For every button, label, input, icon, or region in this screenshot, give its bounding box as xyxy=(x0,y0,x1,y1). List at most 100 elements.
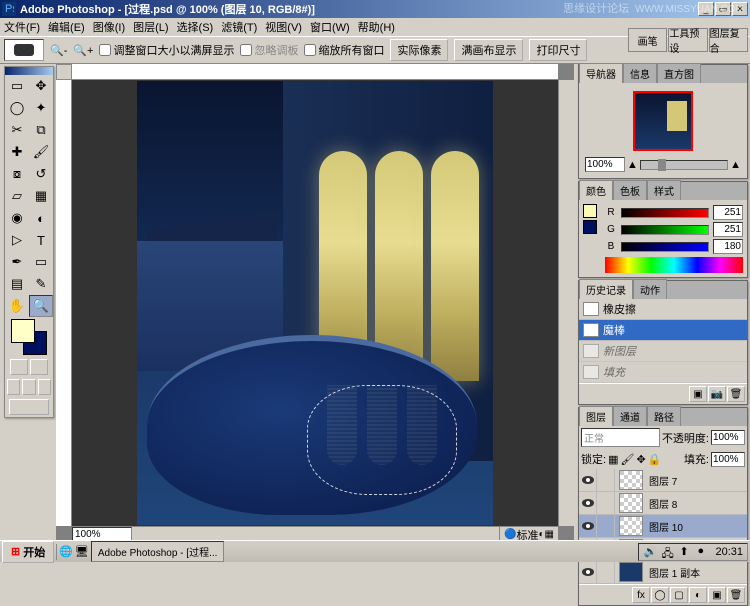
layer-thumbnail[interactable] xyxy=(619,470,643,490)
fill-input[interactable] xyxy=(711,452,745,467)
tab-swatches[interactable]: 色板 xyxy=(613,180,647,200)
r-value[interactable]: 251 xyxy=(713,205,743,220)
g-value[interactable]: 251 xyxy=(713,222,743,237)
menu-layer[interactable]: 图层(L) xyxy=(133,19,168,35)
quickmask-mode-icon[interactable] xyxy=(30,359,48,375)
tool-preset-picker[interactable] xyxy=(4,39,44,61)
menu-window[interactable]: 窗口(W) xyxy=(310,19,350,35)
navigator-zoom-slider[interactable] xyxy=(640,160,728,170)
zoom-in-icon[interactable]: 🔍+ xyxy=(73,44,93,57)
lock-trans-icon[interactable]: ▦ xyxy=(608,453,618,466)
menu-image[interactable]: 图像(I) xyxy=(93,19,125,35)
ruler-horizontal[interactable] xyxy=(72,64,558,80)
nav-zoom-in-icon[interactable]: ▲ xyxy=(730,159,741,171)
foreground-color[interactable] xyxy=(11,319,35,343)
g-slider[interactable] xyxy=(621,225,709,235)
layer-name[interactable]: 图层 8 xyxy=(647,496,747,511)
menu-filter[interactable]: 滤镜(T) xyxy=(221,19,257,35)
path-tool[interactable]: ▷ xyxy=(5,229,29,251)
tray-icon-1[interactable]: 🔊 xyxy=(643,545,657,559)
lock-paint-icon[interactable]: 🖌 xyxy=(620,453,634,466)
ruler-vertical[interactable] xyxy=(56,80,72,526)
slice-tool[interactable]: ⧉ xyxy=(29,119,53,141)
clock[interactable]: 20:31 xyxy=(715,546,743,558)
layer-thumbnail[interactable] xyxy=(619,562,643,582)
screen-full-menu-icon[interactable] xyxy=(22,379,35,395)
color-bg-swatch[interactable] xyxy=(583,220,597,234)
toolbox-gripper[interactable] xyxy=(5,67,53,75)
type-tool[interactable]: T xyxy=(29,229,53,251)
wand-tool[interactable]: ✦ xyxy=(29,97,53,119)
shape-tool[interactable]: ▭ xyxy=(29,251,53,273)
history-trash-icon[interactable]: 🗑 xyxy=(727,386,745,402)
layer-item[interactable]: 图层 10 xyxy=(579,515,747,538)
history-item[interactable]: 新图层 xyxy=(579,341,747,362)
history-item[interactable]: 橡皮擦 xyxy=(579,299,747,320)
layer-style-icon[interactable]: fx xyxy=(632,587,650,603)
zoom-tool[interactable]: 🔍 xyxy=(29,295,53,317)
zoom-all-option[interactable]: 缩放所有窗口 xyxy=(304,42,384,58)
layer-name[interactable]: 图层 7 xyxy=(647,473,747,488)
menu-select[interactable]: 选择(S) xyxy=(177,19,214,35)
tab-layers[interactable]: 图层 xyxy=(579,406,613,426)
tray-icon-2[interactable]: 🖧 xyxy=(661,545,675,559)
blend-mode-select[interactable]: 正常 xyxy=(581,428,660,447)
dock-tab-layercomps[interactable]: 图层复合 xyxy=(709,28,748,52)
screen-full-icon[interactable] xyxy=(38,379,51,395)
history-item[interactable]: 填充 xyxy=(579,362,747,383)
history-item[interactable]: 魔棒 xyxy=(579,320,747,341)
layer-item[interactable]: 图层 7 xyxy=(579,469,747,492)
move-tool[interactable]: ✥ xyxy=(29,75,53,97)
tray-icon-4[interactable]: ● xyxy=(697,545,711,559)
layer-thumbnail[interactable] xyxy=(619,516,643,536)
layer-name[interactable]: 图层 10 xyxy=(647,519,747,534)
color-ramp[interactable] xyxy=(605,257,743,273)
dodge-tool[interactable]: ◐ xyxy=(29,207,53,229)
heal-tool[interactable]: ✚ xyxy=(5,141,29,163)
history-brush-tool[interactable]: ↺ xyxy=(29,163,53,185)
color-swatches[interactable] xyxy=(11,319,47,355)
quicklaunch-desktop-icon[interactable]: 🖥 xyxy=(75,545,89,558)
tab-color[interactable]: 颜色 xyxy=(579,180,613,200)
nav-zoom-out-icon[interactable]: ▲ xyxy=(627,159,638,171)
gradient-tool[interactable]: ▦ xyxy=(29,185,53,207)
layer-visibility-toggle[interactable] xyxy=(579,469,597,491)
fit-screen-button[interactable]: 满画布显示 xyxy=(454,39,523,61)
color-fg-swatch[interactable] xyxy=(583,204,597,218)
ignore-palettes-option[interactable]: 忽略调板 xyxy=(240,42,298,58)
hand-tool[interactable]: ✋ xyxy=(5,295,29,317)
eyedropper-tool[interactable]: ✎ xyxy=(29,273,53,295)
scrollbar-vertical[interactable] xyxy=(558,80,574,526)
menu-file[interactable]: 文件(F) xyxy=(4,19,40,35)
layer-item[interactable]: 图层 8 xyxy=(579,492,747,515)
tab-paths[interactable]: 路径 xyxy=(647,406,681,426)
fit-window-option[interactable]: 调整窗口大小以满屏显示 xyxy=(99,42,234,58)
tab-actions[interactable]: 动作 xyxy=(633,279,667,299)
layer-mask-icon[interactable]: ◯ xyxy=(651,587,669,603)
dock-tab-brushes[interactable]: 画笔 xyxy=(628,28,667,52)
tab-histogram[interactable]: 直方图 xyxy=(657,63,701,83)
tray-icon-3[interactable]: ⬆ xyxy=(679,545,693,559)
b-value[interactable]: 180 xyxy=(713,239,743,254)
lasso-tool[interactable]: ◯ xyxy=(5,97,29,119)
imageready-icon[interactable] xyxy=(9,399,49,415)
navigator-zoom-input[interactable]: 100% xyxy=(585,157,625,172)
eraser-tool[interactable]: ▱ xyxy=(5,185,29,207)
history-new-doc-icon[interactable]: ▣ xyxy=(689,386,707,402)
opacity-input[interactable] xyxy=(711,430,745,445)
layer-new-icon[interactable]: ▣ xyxy=(708,587,726,603)
marquee-tool[interactable]: ▭ xyxy=(5,75,29,97)
screen-std-icon[interactable] xyxy=(7,379,20,395)
canvas-image[interactable] xyxy=(137,81,493,525)
quicklaunch-ie-icon[interactable]: 🌐 xyxy=(59,545,73,558)
brush-tool[interactable]: 🖌 xyxy=(29,141,53,163)
print-size-button[interactable]: 打印尺寸 xyxy=(529,39,587,61)
layer-visibility-toggle[interactable] xyxy=(579,492,597,514)
actual-pixels-button[interactable]: 实际像素 xyxy=(390,39,448,61)
notes-tool[interactable]: ▤ xyxy=(5,273,29,295)
layer-visibility-toggle[interactable] xyxy=(579,515,597,537)
task-photoshop[interactable]: Adobe Photoshop - [过程... xyxy=(91,541,225,562)
layer-trash-icon[interactable]: 🗑 xyxy=(727,587,745,603)
lock-all-icon[interactable]: 🔒 xyxy=(648,453,662,466)
tab-channels[interactable]: 通道 xyxy=(613,406,647,426)
